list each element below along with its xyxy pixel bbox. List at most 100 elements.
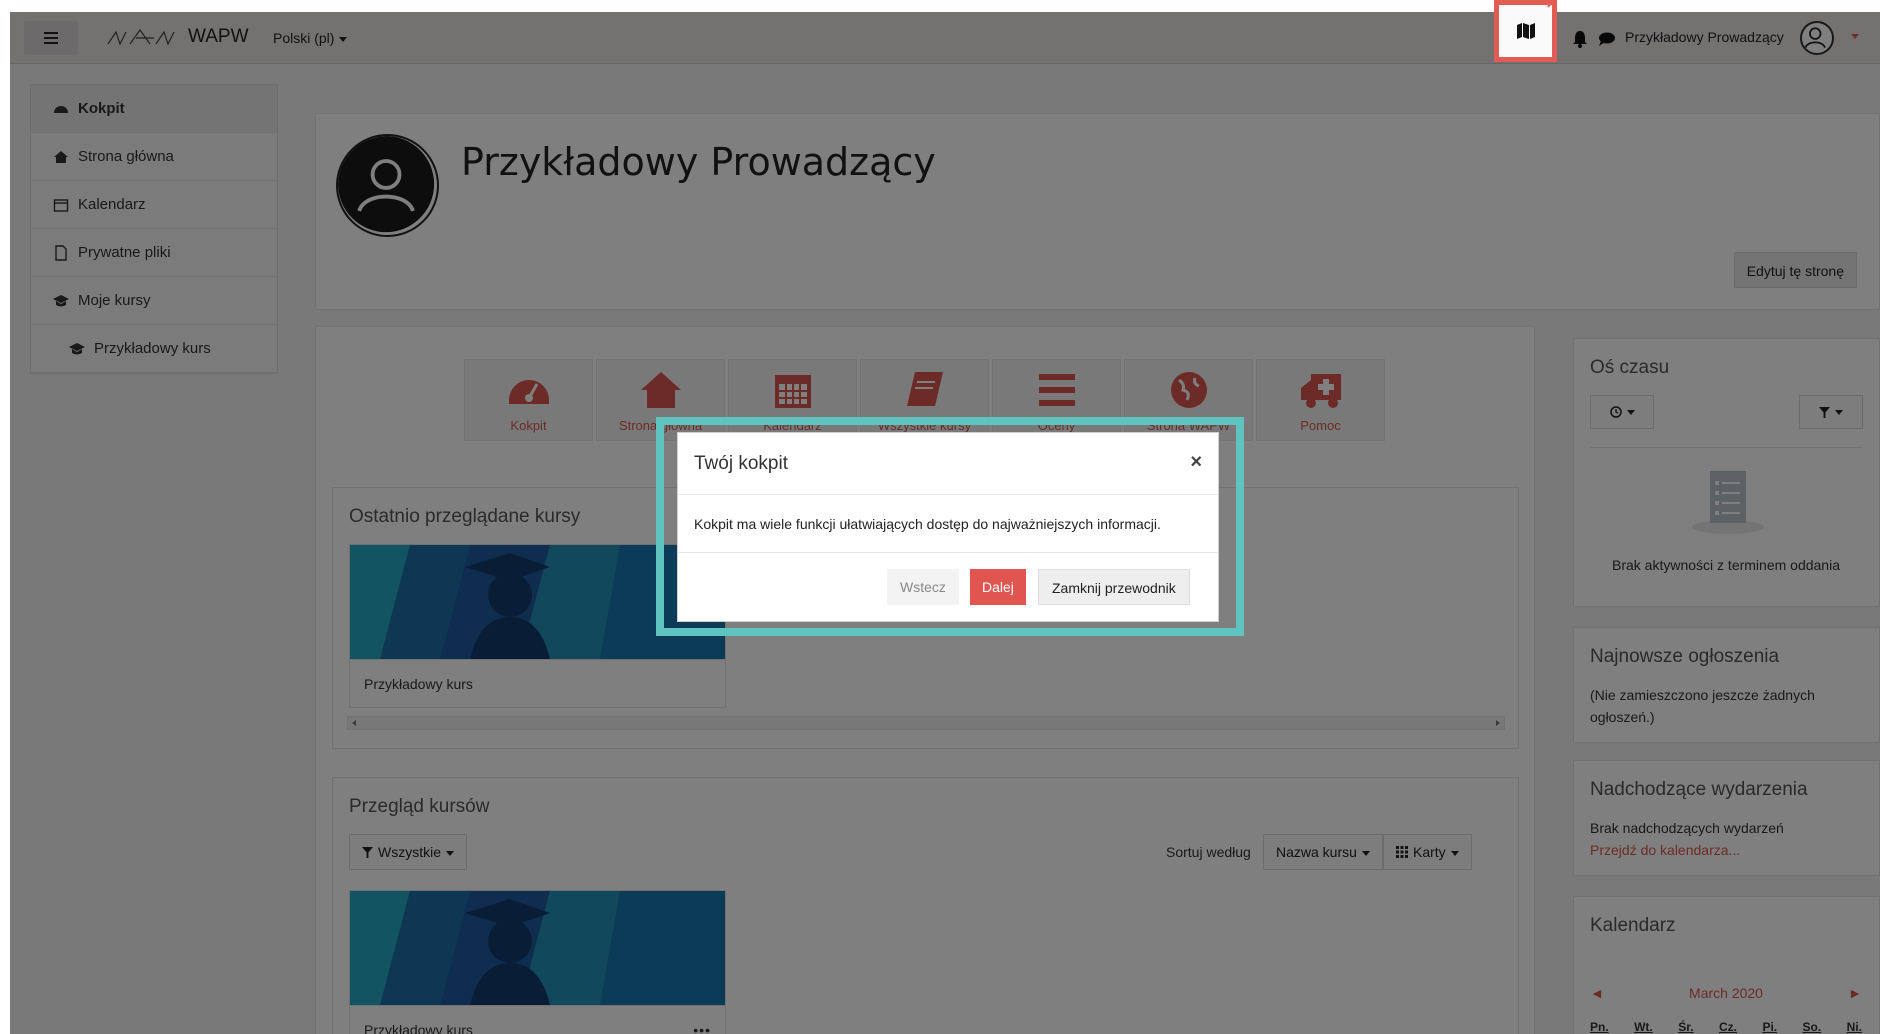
news-block: Najnowsze ogłoszenia (Nie zamieszczono j… [1573, 627, 1880, 743]
clock-icon [1609, 406, 1622, 418]
weekday-label: Pn. [1590, 1020, 1609, 1034]
chevron-down-icon [1450, 850, 1459, 856]
bars-icon [1038, 373, 1075, 406]
home-icon [54, 150, 68, 163]
empty-list-icon [1692, 471, 1764, 534]
page-header: Przykładowy Prowadzący Edytuj tę stronę [315, 113, 1880, 310]
block-title: Oś czasu [1590, 357, 1670, 378]
timeline-block: Oś czasu Brak aktywności z terminem odda… [1573, 338, 1880, 607]
news-text: (Nie zamieszczono jeszcze żadnych ogłosz… [1590, 687, 1815, 725]
sidebar-item-kalendarz[interactable]: Kalendarz [31, 181, 277, 229]
sidebar-item-strona-glowna[interactable]: Strona główna [31, 133, 277, 181]
sidebar-item-label: Kalendarz [78, 196, 146, 213]
go-to-calendar-link[interactable]: Przejdź do kalendarza... [1590, 839, 1862, 861]
events-text: Brak nadchodzących wydarzeń [1590, 820, 1784, 836]
filter-dropdown[interactable]: Wszystkie [349, 834, 467, 870]
course-name[interactable]: Przykładowy kurs [350, 659, 725, 707]
dialog-title: Twój kokpit [694, 453, 788, 474]
calendar-icon [53, 198, 69, 212]
menu-toggle-button[interactable] [24, 21, 78, 55]
language-menu[interactable]: Polski (pl) [273, 30, 348, 46]
user-menu-chevron-icon[interactable] [1851, 34, 1859, 39]
horizontal-scrollbar[interactable] [347, 716, 1505, 730]
quicklink-label: Pomoc [1300, 417, 1341, 433]
edit-page-button[interactable]: Edytuj tę stronę [1733, 252, 1857, 288]
course-name-text: Przykładowy kurs [364, 676, 473, 692]
block-title: Kalendarz [1590, 915, 1676, 936]
chat-icon[interactable] [1598, 31, 1616, 47]
book-icon [906, 371, 943, 406]
sidebar-item-label: Moje kursy [78, 292, 151, 309]
course-card[interactable]: Przykładowy kurs ••• [349, 890, 726, 1034]
sort-label: Sortuj według [1166, 844, 1251, 860]
graduation-cap-icon [53, 294, 69, 306]
sidebar-nav: Kokpit Strona główna Kalendarz Prywatne … [30, 84, 278, 374]
map-icon [1516, 23, 1535, 39]
calendar-block: Kalendarz ◄ March 2020 ► Pn. Wt. Śr. Cz.… [1573, 896, 1880, 1034]
graduation-cap-icon [69, 342, 85, 354]
sidebar-item-label: Kokpit [78, 100, 125, 117]
scroll-right-icon[interactable] [1496, 720, 1500, 726]
timeline-filter-dropdown[interactable] [1799, 395, 1863, 429]
site-name[interactable]: WAPW [188, 26, 249, 48]
view-label: Karty [1413, 844, 1446, 860]
timeline-empty-text: Brak aktywności z terminem oddania [1612, 557, 1840, 573]
chevron-down-icon [1835, 409, 1843, 415]
sidebar-item-label: Strona główna [78, 148, 174, 165]
home-icon [640, 371, 681, 408]
close-icon[interactable]: × [1190, 451, 1202, 474]
sort-value: Nazwa kursu [1276, 844, 1357, 860]
course-name[interactable]: Przykładowy kurs ••• [350, 1005, 725, 1034]
site-logo[interactable] [106, 26, 176, 50]
sidebar-item-kokpit[interactable]: Kokpit [31, 85, 277, 133]
chevron-down-icon [446, 850, 454, 856]
block-title: Przegląd kursów [349, 796, 490, 817]
end-tour-button[interactable]: Zamknij przewodnik [1038, 569, 1190, 605]
course-name-text: Przykładowy kurs [364, 1022, 473, 1034]
weekday-label: Śr. [1678, 1020, 1694, 1034]
top-navbar: WAPW Polski (pl) Przykładowy Prowadzący [10, 12, 1880, 64]
sidebar-item-przykladowy-kurs[interactable]: Przykładowy kurs [31, 325, 277, 373]
dialog-footer: Wstecz Dalej Zamknij przewodnik [678, 553, 1218, 621]
prev-month-arrow-icon[interactable]: ◄ [1590, 985, 1604, 1001]
weekday-label: Cz. [1719, 1020, 1737, 1034]
hamburger-icon [44, 37, 58, 39]
calendar-month-title[interactable]: March 2020 [1689, 985, 1763, 1001]
profile-avatar [336, 134, 439, 237]
user-avatar[interactable] [1800, 21, 1834, 55]
dashboard-icon [54, 105, 68, 113]
course-image [350, 891, 725, 1005]
sidebar-item-moje-kursy[interactable]: Moje kursy [31, 277, 277, 325]
ambulance-icon [1300, 373, 1341, 408]
globe-icon [1170, 371, 1207, 408]
view-dropdown[interactable]: Karty [1383, 834, 1472, 870]
next-month-arrow-icon[interactable]: ► [1848, 985, 1862, 1001]
timeline-sort-dropdown[interactable] [1590, 395, 1654, 429]
chevron-down-icon [1626, 409, 1635, 415]
user-name[interactable]: Przykładowy Prowadzący [1625, 29, 1784, 45]
filter-label: Wszystkie [378, 844, 441, 860]
quicklink-kokpit[interactable]: Kokpit [464, 359, 593, 441]
dashboard-icon [508, 379, 549, 404]
quicklink-label: Kokpit [510, 417, 547, 433]
weekday-label: Ni. [1846, 1020, 1862, 1034]
sidebar-item-prywatne-pliki[interactable]: Prywatne pliki [31, 229, 277, 277]
more-options-icon[interactable]: ••• [693, 1006, 711, 1034]
file-icon [55, 244, 67, 261]
quicklink-pomoc[interactable]: Pomoc [1256, 359, 1385, 441]
bell-icon[interactable] [1572, 30, 1588, 48]
calendar-month-nav: ◄ March 2020 ► [1590, 985, 1862, 1001]
weekday-label: So. [1802, 1020, 1822, 1034]
back-button[interactable]: Wstecz [887, 569, 959, 605]
sidebar-item-label: Prywatne pliki [78, 244, 171, 261]
scroll-left-icon[interactable] [352, 720, 356, 726]
dialog-body: Kokpit ma wiele funkcji ułatwiających do… [678, 495, 1218, 553]
page-margin [0, 0, 10, 1034]
weekday-label: Wt. [1634, 1020, 1653, 1034]
dialog-header: Twój kokpit × [678, 433, 1218, 495]
next-button[interactable]: Dalej [970, 569, 1026, 605]
grid-icon [1396, 846, 1408, 858]
sidebar-item-label: Przykładowy kurs [94, 340, 211, 357]
user-tour-button[interactable] [1494, 0, 1557, 62]
sort-dropdown[interactable]: Nazwa kursu [1263, 834, 1383, 870]
